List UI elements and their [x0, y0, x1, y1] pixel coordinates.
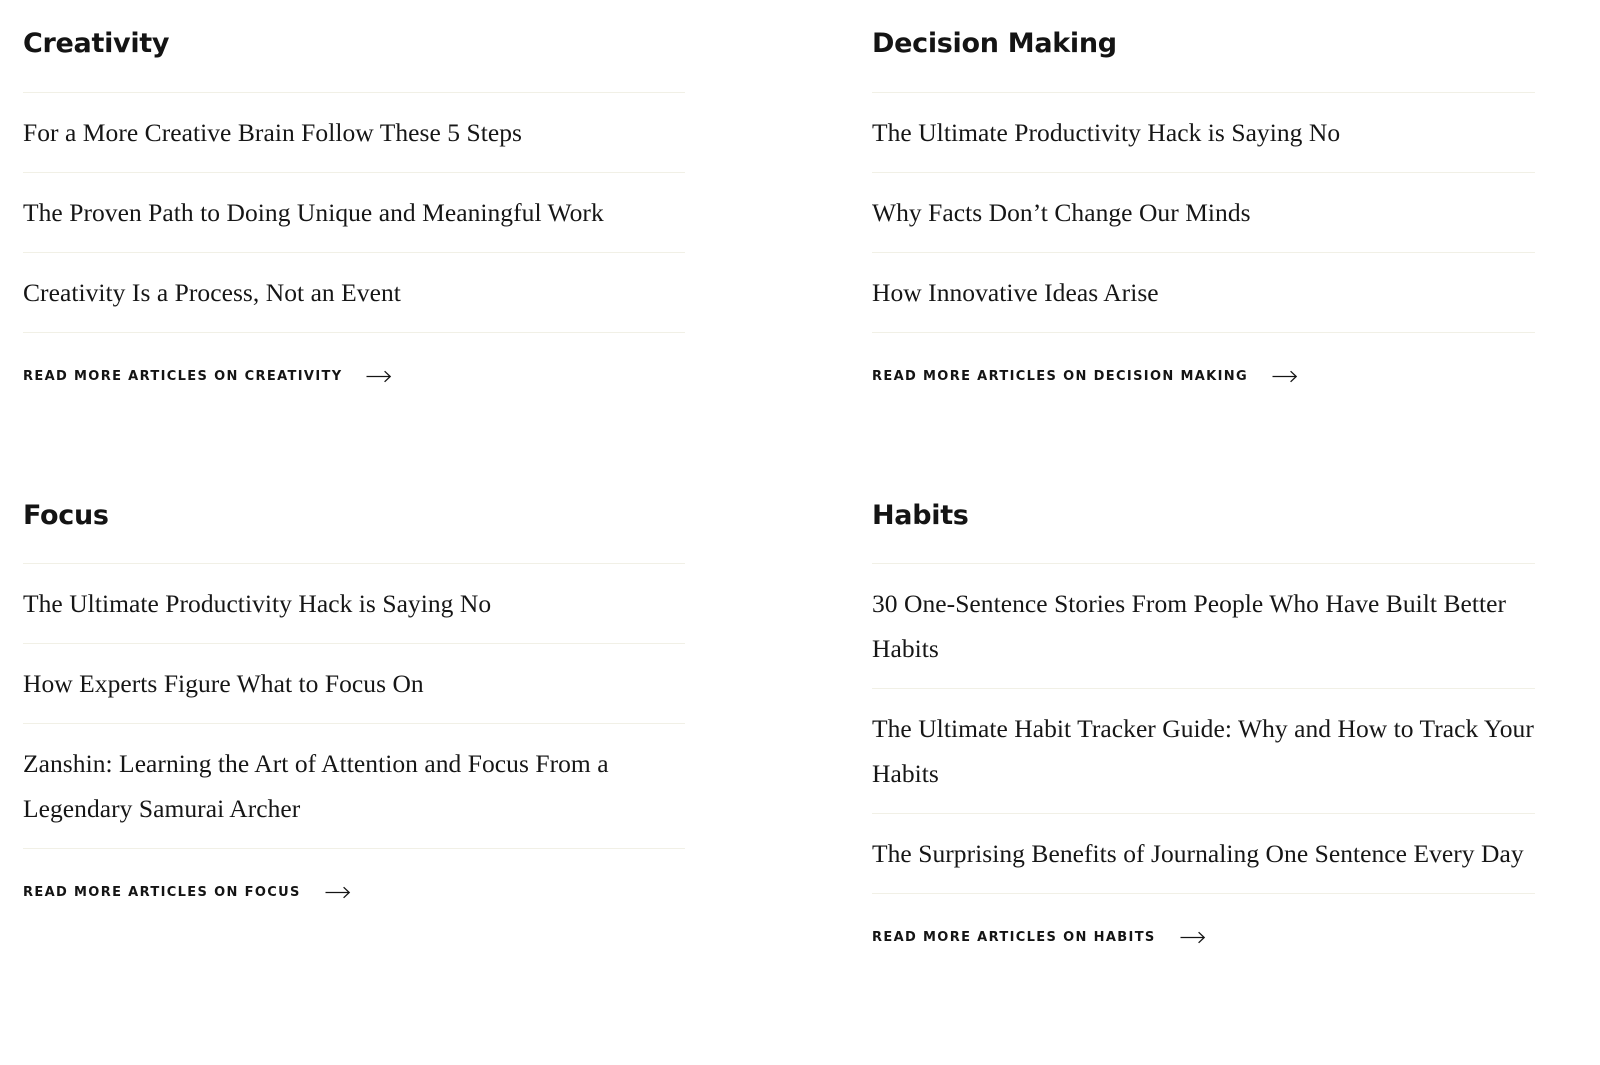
article-link[interactable]: How Innovative Ideas Arise [872, 253, 1535, 332]
article-link[interactable]: The Ultimate Productivity Hack is Saying… [23, 564, 685, 643]
article-link[interactable]: 30 One-Sentence Stories From People Who … [872, 564, 1535, 688]
read-more-label: READ MORE ARTICLES ON CREATIVITY [23, 368, 343, 384]
section-decision-making: Decision Making The Ultimate Productivit… [872, 0, 1535, 472]
read-more-link-creativity[interactable]: READ MORE ARTICLES ON CREATIVITY [23, 369, 392, 384]
arrow-right-icon [325, 886, 351, 899]
column-gap [685, 0, 872, 472]
column-gap [685, 472, 872, 983]
article-link[interactable]: The Surprising Benefits of Journaling On… [872, 814, 1535, 893]
article-link[interactable]: Zanshin: Learning the Art of Attention a… [23, 724, 685, 848]
article-link[interactable]: The Proven Path to Doing Unique and Mean… [23, 173, 685, 252]
list-item: Zanshin: Learning the Art of Attention a… [23, 724, 685, 850]
section-habits: Habits 30 One-Sentence Stories From Peop… [872, 472, 1535, 983]
category-grid: Creativity For a More Creative Brain Fol… [23, 0, 1577, 982]
section-creativity: Creativity For a More Creative Brain Fol… [23, 0, 685, 472]
section-heading-creativity: Creativity [23, 28, 170, 59]
article-list-focus: The Ultimate Productivity Hack is Saying… [23, 564, 685, 850]
article-list-habits: 30 One-Sentence Stories From People Who … [872, 564, 1535, 895]
list-item: The Surprising Benefits of Journaling On… [872, 814, 1535, 895]
article-link[interactable]: The Ultimate Habit Tracker Guide: Why an… [872, 689, 1535, 813]
arrow-right-icon [1180, 931, 1206, 944]
list-item: 30 One-Sentence Stories From People Who … [872, 564, 1535, 690]
section-focus: Focus The Ultimate Productivity Hack is … [23, 472, 685, 983]
article-link[interactable]: How Experts Figure What to Focus On [23, 644, 685, 723]
section-heading-decision-making: Decision Making [872, 28, 1117, 59]
section-heading-focus: Focus [23, 499, 109, 531]
list-item: Creativity Is a Process, Not an Event [23, 253, 685, 333]
article-link[interactable]: Why Facts Don’t Change Our Minds [872, 173, 1535, 252]
read-more-label: READ MORE ARTICLES ON HABITS [872, 930, 1156, 946]
article-list-creativity: For a More Creative Brain Follow These 5… [23, 93, 685, 333]
list-item: How Experts Figure What to Focus On [23, 644, 685, 725]
list-item: The Ultimate Productivity Hack is Saying… [23, 564, 685, 645]
read-more-container: READ MORE ARTICLES ON DECISION MAKING [872, 333, 1535, 385]
read-more-container: READ MORE ARTICLES ON CREATIVITY [23, 333, 685, 385]
read-more-link-focus[interactable]: READ MORE ARTICLES ON FOCUS [23, 885, 351, 900]
list-item: Why Facts Don’t Change Our Minds [872, 173, 1535, 253]
section-heading-habits: Habits [872, 499, 969, 531]
arrow-right-icon [366, 370, 392, 383]
read-more-container: READ MORE ARTICLES ON HABITS [872, 894, 1535, 946]
article-list-decision-making: The Ultimate Productivity Hack is Saying… [872, 93, 1535, 333]
article-link[interactable]: Creativity Is a Process, Not an Event [23, 253, 685, 332]
list-item: The Proven Path to Doing Unique and Mean… [23, 173, 685, 253]
read-more-container: READ MORE ARTICLES ON FOCUS [23, 849, 685, 901]
list-item: The Ultimate Habit Tracker Guide: Why an… [872, 689, 1535, 815]
read-more-label: READ MORE ARTICLES ON FOCUS [23, 885, 301, 901]
category-index-page: Creativity For a More Creative Brain Fol… [0, 0, 1600, 1065]
read-more-label: READ MORE ARTICLES ON DECISION MAKING [872, 368, 1249, 384]
article-link[interactable]: For a More Creative Brain Follow These 5… [23, 93, 685, 172]
arrow-right-icon [1272, 370, 1298, 383]
list-item: For a More Creative Brain Follow These 5… [23, 93, 685, 173]
article-link[interactable]: The Ultimate Productivity Hack is Saying… [872, 93, 1535, 172]
read-more-link-decision-making[interactable]: READ MORE ARTICLES ON DECISION MAKING [872, 369, 1298, 384]
list-item: The Ultimate Productivity Hack is Saying… [872, 93, 1535, 173]
list-item: How Innovative Ideas Arise [872, 253, 1535, 333]
read-more-link-habits[interactable]: READ MORE ARTICLES ON HABITS [872, 930, 1206, 945]
